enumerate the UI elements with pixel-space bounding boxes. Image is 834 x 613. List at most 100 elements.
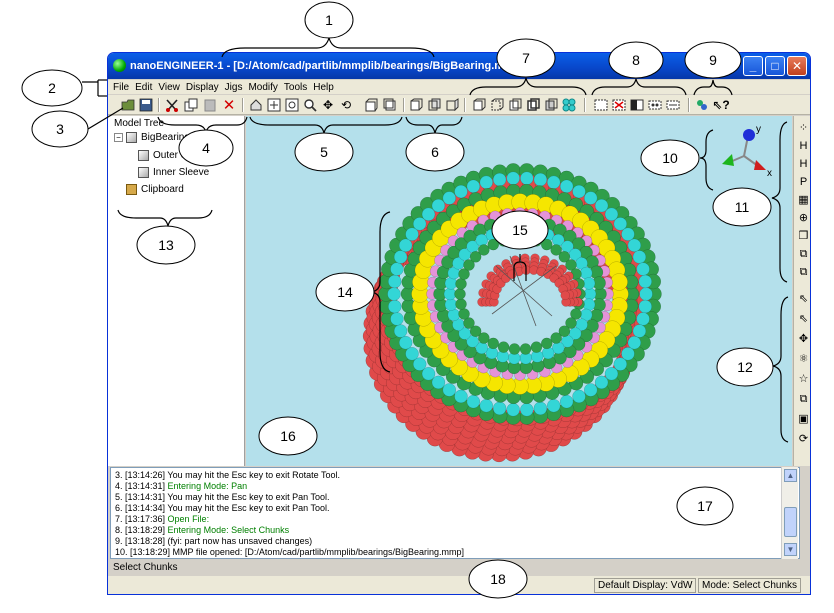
atom-sphere: [487, 337, 500, 350]
add-atom-icon[interactable]: ⁘: [796, 120, 810, 136]
menu-edit[interactable]: Edit: [135, 82, 152, 93]
remove-hydrogen-icon[interactable]: H: [796, 156, 810, 172]
atom-sphere: [405, 347, 419, 361]
history-line: 8. [13:18:29] Entering Mode: Select Chun…: [115, 525, 289, 535]
tree-item-clipboard[interactable]: Clipboard: [126, 184, 184, 195]
select-none-icon[interactable]: [611, 97, 627, 112]
menu-file[interactable]: File: [113, 82, 129, 93]
atom-sphere: [638, 274, 653, 289]
bearing-model[interactable]: [246, 116, 792, 466]
perspective-icon[interactable]: [382, 97, 398, 112]
copy-chunk-icon[interactable]: ⧉: [796, 391, 810, 407]
menu-help[interactable]: Help: [313, 82, 334, 93]
select-connected-icon[interactable]: [647, 97, 663, 112]
menu-jigs[interactable]: Jigs: [225, 82, 243, 93]
display-cpk-icon[interactable]: [543, 97, 559, 112]
atom-sphere: [444, 298, 458, 311]
menu-modify[interactable]: Modify: [248, 82, 277, 93]
atom-sphere: [540, 337, 553, 350]
x-axis-icon: [754, 160, 766, 170]
atom-sphere: [533, 401, 548, 416]
atom-sphere: [454, 288, 466, 300]
maximize-button[interactable]: □: [765, 56, 785, 76]
display-default-icon[interactable]: [471, 97, 487, 112]
atom-sphere: [393, 250, 408, 264]
cookie-cutter-icon[interactable]: ⊕: [796, 210, 810, 226]
extrude-icon[interactable]: ❒: [796, 228, 810, 244]
copy-icon[interactable]: [183, 97, 199, 112]
home-view-icon[interactable]: [248, 97, 264, 112]
display-vdw-icon[interactable]: [561, 97, 577, 112]
3d-viewport[interactable]: y x: [246, 116, 792, 466]
chunk-icon: [138, 167, 149, 178]
star-icon[interactable]: ☆: [796, 371, 810, 387]
delete-icon[interactable]: ✕: [221, 97, 237, 114]
menu-tools[interactable]: Tools: [284, 82, 307, 93]
back-view-icon[interactable]: [426, 97, 442, 112]
select-atoms-icon[interactable]: ⇖: [796, 291, 810, 307]
cut-icon[interactable]: [164, 97, 180, 112]
history-timestamp: 4. [13:14:31]: [115, 481, 168, 491]
zoom-icon[interactable]: [302, 97, 318, 112]
atom-sphere: [560, 290, 570, 301]
scroll-thumb[interactable]: [784, 507, 797, 537]
build-crystal-icon[interactable]: ▦: [796, 192, 810, 208]
select-doubly-icon[interactable]: [665, 97, 681, 112]
tree-item-outer-sleeve[interactable]: Outer Sleeve: [138, 150, 211, 161]
axis-indicator: y x: [722, 124, 772, 179]
fuse-chunks-icon[interactable]: ⧉: [796, 246, 810, 262]
title-bar[interactable]: nanoENGINEER-1 - [D:/Atom/cad/partlib/mm…: [108, 53, 810, 79]
display-icon[interactable]: ▣: [796, 411, 810, 427]
invert-selection-icon[interactable]: [629, 97, 645, 112]
model-tree-label: Model Tree: [114, 118, 165, 129]
tree-expander[interactable]: −: [114, 133, 123, 142]
select-chunks-icon[interactable]: ⇖: [796, 311, 810, 327]
history-timestamp: 9. [13:18:28]: [115, 536, 168, 546]
rotate-icon[interactable]: ⟲: [338, 97, 354, 112]
display-tubes-icon[interactable]: [525, 97, 541, 112]
status-mode: Mode: Select Chunks: [698, 578, 802, 593]
y-axis-label: y: [756, 124, 761, 135]
tree-item-bigbearing[interactable]: − BigBearing: [114, 132, 190, 143]
scroll-up-arrow[interactable]: ▲: [784, 469, 797, 482]
zoom-window-icon[interactable]: [284, 97, 300, 112]
atom-sphere: [466, 179, 481, 194]
atom-sphere: [506, 171, 520, 186]
ortho-icon[interactable]: [363, 97, 379, 112]
history-line: 6. [13:14:34] You may hit the Esc key to…: [115, 503, 329, 513]
menu-view[interactable]: View: [158, 82, 180, 93]
rotate-chunks-icon[interactable]: ⟳: [796, 431, 810, 447]
display-invisible-icon[interactable]: [489, 97, 505, 112]
save-file-icon[interactable]: [138, 97, 154, 112]
passivate-icon[interactable]: P: [796, 174, 810, 190]
pan-icon[interactable]: ✥: [320, 97, 336, 112]
atom-sphere: [540, 238, 553, 251]
select-all-icon[interactable]: [593, 97, 609, 112]
x-axis-label: x: [767, 168, 772, 179]
color-icon[interactable]: [694, 97, 710, 112]
scroll-down-arrow[interactable]: ▼: [784, 543, 797, 556]
close-button[interactable]: ✕: [787, 56, 807, 76]
atom-sphere: [398, 238, 413, 253]
fit-view-icon[interactable]: [266, 97, 282, 112]
display-lines-icon[interactable]: [507, 97, 523, 112]
history-scrollbar[interactable]: ▲ ▼: [781, 467, 798, 559]
paste-icon[interactable]: [202, 97, 218, 112]
right-view-icon[interactable]: [444, 97, 460, 112]
atom-sphere: [387, 287, 401, 301]
toolbar-separator: [464, 98, 466, 112]
move-icon[interactable]: ✥: [796, 331, 810, 347]
menu-display[interactable]: Display: [186, 82, 219, 93]
minimize-button[interactable]: _: [743, 56, 763, 76]
open-file-icon[interactable]: [120, 97, 136, 112]
atom-icon[interactable]: ⚛: [796, 351, 810, 367]
move-chunks-icon[interactable]: ⧉: [796, 264, 810, 280]
tree-item-inner-sleeve[interactable]: Inner Sleeve: [138, 167, 209, 178]
tree-item-label: Inner Sleeve: [153, 167, 210, 178]
add-hydrogen-icon[interactable]: H: [796, 138, 810, 154]
atom-sphere: [387, 274, 402, 289]
atom-sphere: [627, 238, 642, 253]
atom-sphere: [387, 299, 402, 314]
whats-this-icon[interactable]: ⇖?: [712, 97, 729, 112]
front-view-icon[interactable]: [408, 97, 424, 112]
